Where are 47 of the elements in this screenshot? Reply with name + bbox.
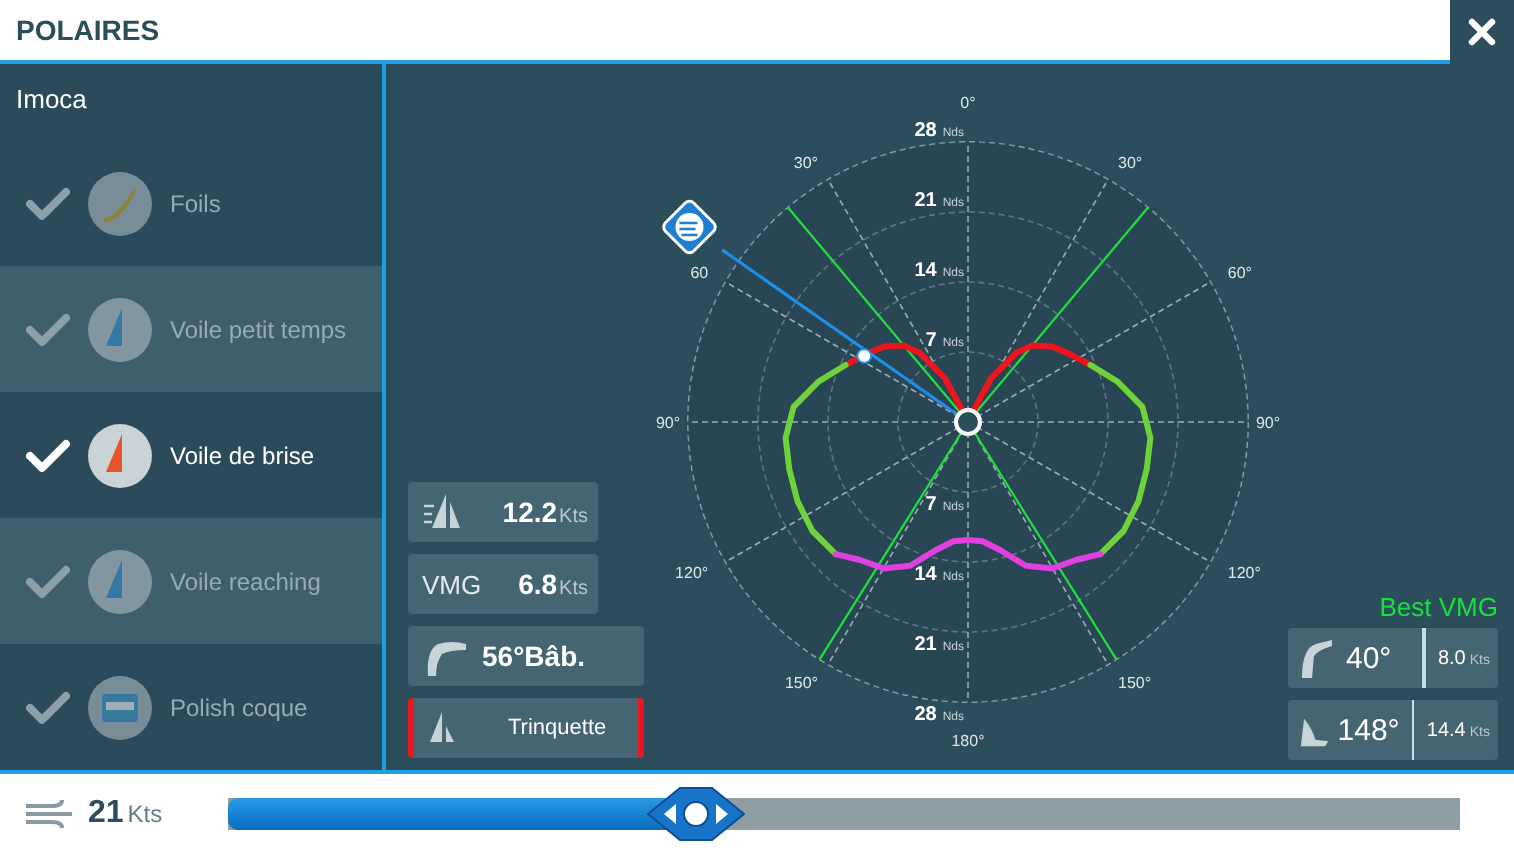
check-icon	[26, 311, 70, 347]
angle-label: 60°	[1227, 264, 1253, 282]
check-icon	[26, 185, 70, 221]
wind-speed: 21 Kts	[88, 795, 165, 831]
best-vmg-title: Best VMG	[1379, 592, 1498, 622]
angle-label: 90°	[1255, 414, 1281, 432]
angle-label: 180°	[951, 732, 985, 750]
angle-label: 120°	[675, 564, 709, 582]
boat-name: Imoca	[14, 82, 89, 118]
best-vmg-angle: 40°	[1345, 641, 1394, 675]
best-vmg-angle: 148°	[1337, 713, 1400, 747]
angle-label: 0°	[960, 94, 976, 112]
sail-icon	[428, 710, 456, 746]
sail-panel[interactable]: Trinquette	[408, 698, 644, 758]
angle-label: 30°	[1118, 154, 1143, 173]
boat-speed-value: 12.2Kts	[502, 496, 588, 528]
foil-icon	[86, 169, 154, 237]
center-marker	[954, 408, 982, 436]
angle-label: 150°	[1118, 673, 1152, 692]
sail-icon	[86, 547, 154, 615]
slider-thumb[interactable]	[646, 785, 747, 841]
option-item[interactable]: Voile de brise	[0, 392, 382, 518]
option-item[interactable]: Foils	[0, 140, 382, 266]
angle-label: 150°	[784, 673, 818, 692]
check-icon	[26, 437, 70, 473]
check-icon	[26, 563, 70, 599]
wind-angle-value: 56°Bâb.	[482, 640, 586, 672]
sail-icon	[422, 490, 466, 534]
option-item[interactable]: Voile petit temps	[0, 266, 382, 392]
window-title: POLAIRES	[16, 14, 160, 46]
wind-icon	[24, 797, 76, 829]
angle-label: 120°	[1227, 564, 1261, 582]
sail-name: Trinquette	[508, 716, 607, 740]
close-icon	[1468, 18, 1496, 46]
polish-icon	[86, 673, 154, 741]
check-icon	[26, 689, 70, 725]
sail-icon	[86, 421, 154, 489]
angle-label: 30°	[793, 154, 818, 173]
angle-label: 90°	[655, 414, 681, 432]
angle-label: 60	[690, 264, 709, 282]
heading-point	[856, 347, 873, 364]
option-item[interactable]: Voile reaching	[0, 518, 382, 644]
close-button[interactable]	[1450, 0, 1514, 64]
vmg-label: VMG	[422, 569, 482, 599]
option-item[interactable]: Polish coque	[0, 644, 382, 770]
vmg-value: 6.8Kts	[518, 568, 588, 600]
sail-icon	[86, 295, 154, 363]
